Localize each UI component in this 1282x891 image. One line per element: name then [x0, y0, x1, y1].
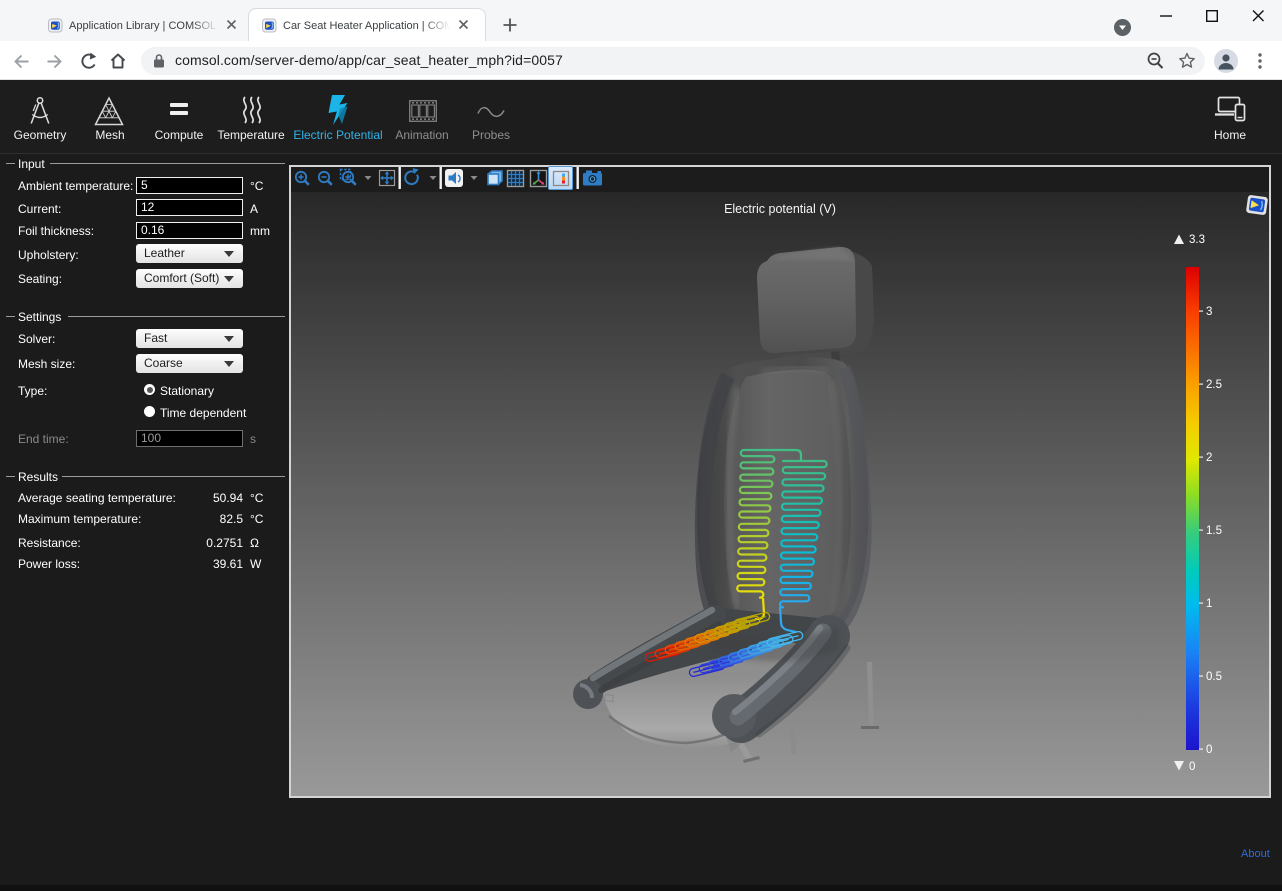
svg-text:1: 1: [1206, 598, 1212, 610]
svg-text:0.5: 0.5: [1206, 671, 1222, 683]
svg-text:1.5: 1.5: [1206, 525, 1222, 537]
svg-text:0: 0: [1206, 744, 1212, 756]
svg-text:2.5: 2.5: [1206, 379, 1222, 391]
svg-text:0: 0: [1189, 761, 1195, 773]
svg-text:3.3: 3.3: [1189, 234, 1205, 246]
svg-text:Electric potential (V): Electric potential (V): [724, 202, 836, 216]
svg-text:3: 3: [1206, 306, 1212, 318]
svg-text:2: 2: [1206, 452, 1212, 464]
